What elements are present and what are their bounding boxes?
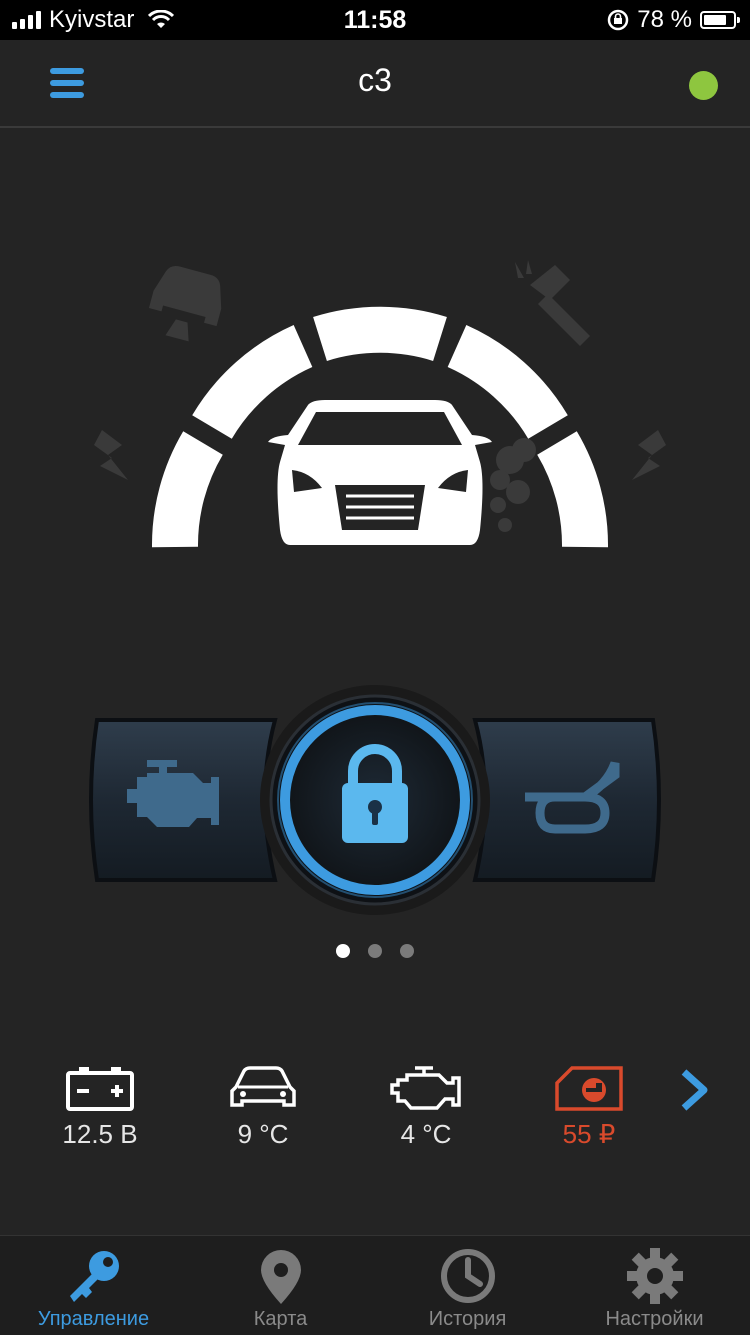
battery-icon: [66, 1067, 134, 1111]
tab-settings[interactable]: Настройки: [561, 1236, 748, 1335]
map-pin-icon: [260, 1250, 301, 1304]
tab-history-label: История: [428, 1308, 507, 1330]
tab-map-label: Карта: [253, 1308, 308, 1330]
battery-status-icon: [700, 11, 740, 29]
stats-row: 12.5 В 9 °C 4 °C 55 ₽: [0, 1065, 750, 1175]
car-tilt-icon: [148, 265, 222, 342]
control-panel: [89, 685, 661, 915]
battery-voltage-value: 12.5 В: [62, 1119, 138, 1149]
engine-temp-value: 4 °C: [400, 1119, 452, 1149]
tab-settings-label: Настройки: [605, 1308, 704, 1330]
cabin-temp-value: 9 °C: [237, 1119, 289, 1149]
stat-cabin-temp[interactable]: 9 °C: [183, 1065, 343, 1150]
gear-icon: [626, 1248, 683, 1304]
tab-bar: Управление Карта История Настройки: [0, 1235, 750, 1335]
orientation-lock-icon: [608, 9, 629, 31]
key-icon: [69, 1251, 119, 1302]
tab-control-label: Управление: [37, 1308, 150, 1330]
status-bar: Kyivstar 11:58 78 %: [0, 0, 750, 40]
app-header: c3: [0, 40, 750, 128]
car-temp-icon: [230, 1066, 296, 1107]
shock-left-icon: [94, 430, 128, 480]
connection-status-indicator: [689, 71, 718, 100]
horn-button[interactable]: [472, 718, 661, 882]
stat-engine-temp[interactable]: 4 °C: [346, 1065, 506, 1150]
clock-icon: [440, 1249, 495, 1303]
smoke-icon: [490, 438, 536, 532]
tab-history[interactable]: История: [374, 1236, 561, 1335]
status-gauge: [94, 260, 666, 548]
stat-balance[interactable]: 55 ₽: [509, 1065, 669, 1150]
hammer-icon: [515, 260, 590, 346]
balance-value: 55 ₽: [562, 1119, 616, 1149]
status-right: 78 %: [607, 6, 740, 34]
tab-control[interactable]: Управление: [0, 1236, 187, 1335]
shock-right-icon: [632, 430, 666, 480]
lock-button[interactable]: [260, 685, 490, 915]
page-dot-2[interactable]: [368, 944, 382, 958]
battery-percent: 78 %: [637, 6, 692, 33]
tab-map[interactable]: Карта: [187, 1236, 374, 1335]
page-dot-3[interactable]: [400, 944, 414, 958]
page-indicator[interactable]: [0, 944, 750, 958]
engine-temp-icon: [390, 1066, 461, 1110]
chevron-right-icon[interactable]: [672, 1068, 712, 1112]
balance-icon: [555, 1066, 623, 1111]
page-title: c3: [358, 62, 392, 98]
car-front-icon: [268, 400, 492, 545]
engine-start-button[interactable]: [89, 718, 278, 882]
page-dot-1[interactable]: [336, 944, 350, 958]
stat-battery-voltage[interactable]: 12.5 В: [20, 1065, 180, 1150]
